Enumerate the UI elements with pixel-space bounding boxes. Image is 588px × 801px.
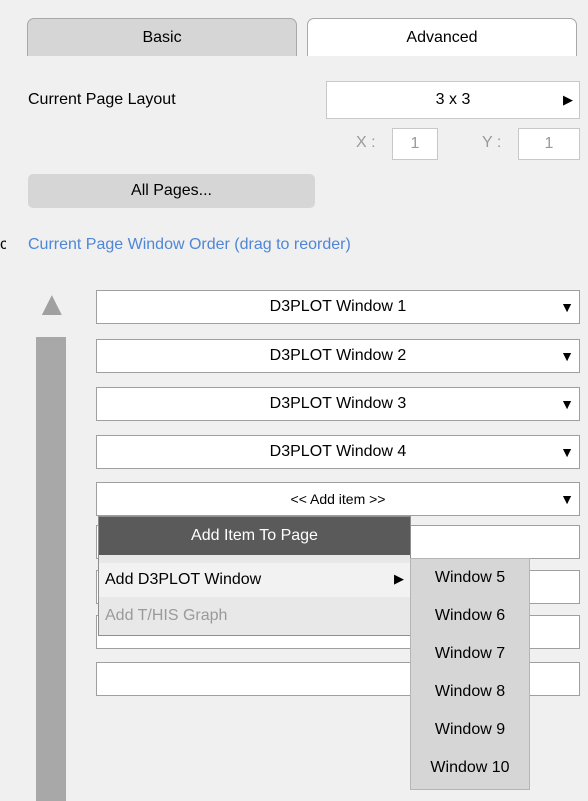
current-page-layout-label: Current Page Layout [28, 91, 176, 108]
menu-item-add-d3plot-window[interactable]: Add D3PLOT Window ▶ [99, 563, 410, 597]
submenu-item-window-5[interactable]: Window 5 [411, 559, 529, 597]
window-row-4[interactable]: D3PLOT Window 4 ▼ [96, 435, 580, 469]
add-item-label: << Add item >> [290, 491, 386, 507]
cut-text: c [0, 236, 6, 253]
dropdown-icon[interactable]: ▼ [560, 491, 574, 507]
dropdown-icon[interactable]: ▼ [560, 396, 574, 412]
window-row-3[interactable]: D3PLOT Window 3 ▼ [96, 387, 580, 421]
dropdown-icon[interactable]: ▼ [560, 299, 574, 315]
all-pages-button[interactable]: All Pages... [28, 174, 315, 208]
menu-item-label: Add D3PLOT Window [105, 571, 262, 588]
submenu-arrow-icon: ▶ [394, 571, 404, 586]
submenu-item-window-7[interactable]: Window 7 [411, 635, 529, 673]
add-item-row[interactable]: << Add item >> ▼ [96, 482, 580, 516]
add-item-menu: Add Item To Page Add D3PLOT Window ▶ Add… [98, 516, 411, 636]
window-row-label: D3PLOT Window 2 [269, 347, 407, 364]
tab-basic[interactable]: Basic [27, 18, 297, 56]
x-field[interactable]: 1 [392, 128, 438, 160]
page-layout-value: 3 x 3 [435, 91, 471, 108]
dropdown-icon[interactable]: ▼ [560, 444, 574, 460]
tab-advanced-label: Advanced [406, 28, 478, 46]
menu-title: Add Item To Page [99, 517, 410, 555]
submenu-item-window-9[interactable]: Window 9 [411, 711, 529, 749]
submenu-item-window-8[interactable]: Window 8 [411, 673, 529, 711]
dropdown-icon[interactable]: ▼ [560, 348, 574, 364]
submenu-item-window-6[interactable]: Window 6 [411, 597, 529, 635]
x-value: 1 [410, 135, 420, 152]
window-row-label: D3PLOT Window 4 [269, 443, 407, 460]
menu-item-label: Add T/HIS Graph [105, 607, 228, 624]
scroll-track[interactable] [36, 337, 66, 801]
window-row-1[interactable]: D3PLOT Window 1 ▼ [96, 290, 580, 324]
window-submenu: Window 5 Window 6 Window 7 Window 8 Wind… [410, 558, 530, 790]
window-row-2[interactable]: D3PLOT Window 2 ▼ [96, 339, 580, 373]
menu-item-add-this-graph[interactable]: Add T/HIS Graph [99, 601, 410, 631]
page-layout-select[interactable]: 3 x 3 ▶ [326, 81, 580, 119]
window-order-heading: Current Page Window Order (drag to reord… [28, 236, 351, 253]
all-pages-label: All Pages... [131, 182, 212, 199]
x-label: X : [356, 134, 376, 151]
window-row-label: D3PLOT Window 3 [269, 395, 407, 412]
y-value: 1 [544, 135, 554, 152]
tab-advanced[interactable]: Advanced [307, 18, 577, 56]
submenu-item-window-10[interactable]: Window 10 [411, 749, 529, 787]
scroll-up-icon[interactable]: ▲ [35, 286, 69, 322]
window-row-label: D3PLOT Window 1 [269, 298, 407, 315]
tab-basic-label: Basic [142, 28, 182, 46]
submenu-arrow-icon: ▶ [563, 92, 573, 107]
y-label: Y : [482, 134, 502, 151]
y-field[interactable]: 1 [518, 128, 580, 160]
